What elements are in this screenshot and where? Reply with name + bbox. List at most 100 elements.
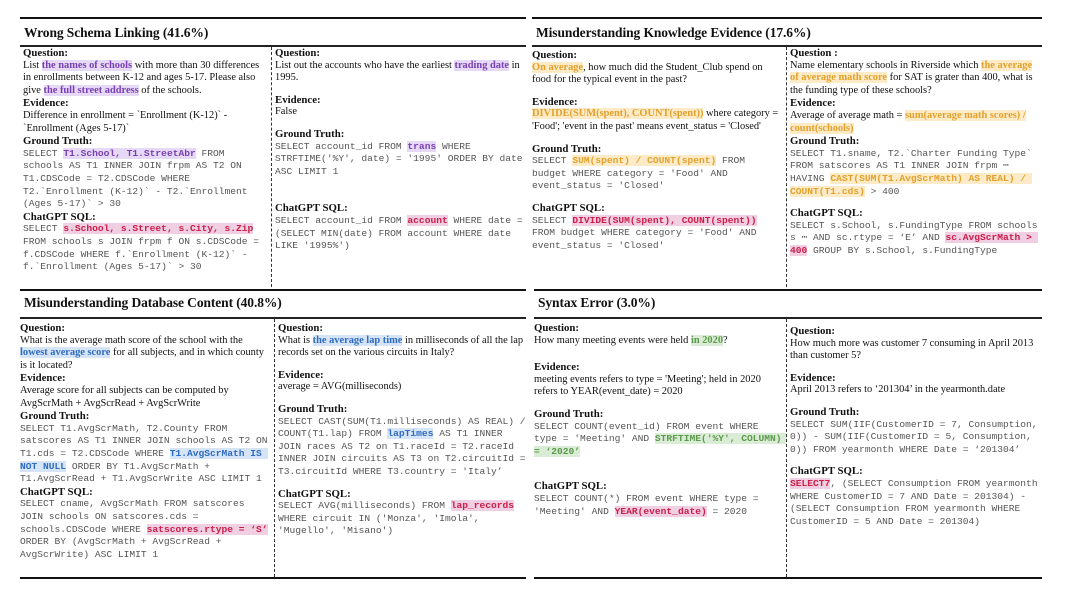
highlight: DIVIDE(SUM(spent), COUNT(spent)) bbox=[532, 108, 704, 120]
ground-truth-label: Ground Truth: bbox=[534, 407, 604, 420]
panel-title: Misunderstanding Database Content (40.8%… bbox=[24, 295, 282, 310]
highlight: satscores.rtype = ‘S’ bbox=[146, 523, 268, 535]
chatgpt-sql-label: ChatGPT SQL: bbox=[278, 487, 351, 500]
panel-misunderstanding-knowledge-evidence: Misunderstanding Knowledge Evidence (17.… bbox=[532, 17, 1042, 289]
example-left: Question: List the names of schools with… bbox=[23, 47, 268, 274]
panel-title: Syntax Error (3.0%) bbox=[538, 295, 656, 310]
bottom-rule bbox=[20, 577, 526, 579]
evidence-label: Evidence: bbox=[20, 372, 66, 385]
question-label: Question: bbox=[790, 325, 835, 337]
highlight: DIVIDE(SUM(spent), COUNT(spent)) bbox=[572, 214, 757, 226]
ground-truth-label: Ground Truth: bbox=[23, 135, 93, 148]
question-label: Question: bbox=[534, 322, 579, 334]
ground-truth-sql: SELECT account_id FROM trans WHERE STRFT… bbox=[275, 140, 529, 177]
chatgpt-sql-label: ChatGPT SQL: bbox=[534, 480, 607, 493]
chatgpt-sql: SELECT s.School, s.FundingType FROM scho… bbox=[790, 219, 1044, 256]
example-right: Question: List out the accounts who have… bbox=[271, 47, 525, 287]
example-right: Question: How much more was customer 7 c… bbox=[786, 319, 1040, 577]
example-right: Question : Name elementary schools in Ri… bbox=[786, 47, 1040, 287]
chatgpt-sql-label: ChatGPT SQL: bbox=[275, 202, 348, 215]
chatgpt-sql: SELECT DIVIDE(SUM(spent), COUNT(spent)) … bbox=[532, 214, 763, 251]
panel-misunderstanding-database-content: Misunderstanding Database Content (40.8%… bbox=[20, 289, 526, 579]
question-text: Name elementary schools in Riverside whi… bbox=[790, 59, 1033, 96]
question-text: How much more was customer 7 consuming i… bbox=[790, 337, 1034, 362]
chatgpt-sql: SELECT7, (SELECT Consumption FROM yearmo… bbox=[790, 477, 1044, 527]
highlight: trading date bbox=[454, 59, 510, 71]
chatgpt-sql-label: ChatGPT SQL: bbox=[790, 465, 863, 478]
highlight: lap_records bbox=[450, 500, 515, 512]
question-label: Question: bbox=[20, 322, 65, 334]
panel-syntax-error: Syntax Error (3.0%) Question: How many m… bbox=[534, 289, 1042, 579]
question-text: On average, how much did the Student_Clu… bbox=[532, 61, 763, 86]
ground-truth-label: Ground Truth: bbox=[790, 405, 860, 418]
question-text: What is the average lap time in millisec… bbox=[278, 334, 524, 359]
chatgpt-sql: SELECT account_id FROM account WHERE dat… bbox=[275, 214, 529, 252]
evidence-text: DIVIDE(SUM(spent), COUNT(spent)) where c… bbox=[532, 108, 779, 132]
highlight: the average lap time bbox=[312, 334, 403, 346]
question-label: Question: bbox=[275, 47, 320, 59]
evidence-label: Evidence: bbox=[534, 361, 580, 374]
highlight: T1.School, T1.StreetAbr bbox=[63, 147, 196, 159]
chatgpt-sql: SELECT AVG(milliseconds) FROM lap_record… bbox=[278, 500, 520, 537]
question-text: List out the accounts who have the earli… bbox=[275, 59, 520, 84]
highlight: the names of schools bbox=[41, 59, 133, 71]
evidence-text: Difference in enrollment = `Enrollment (… bbox=[23, 109, 228, 134]
example-right: Question: What is the average lap time i… bbox=[274, 319, 528, 577]
ground-truth-sql: SELECT SUM(IIF(CustomerID = 7, Consumpti… bbox=[790, 418, 1044, 455]
evidence-label: Evidence: bbox=[790, 97, 836, 110]
chatgpt-sql-label: ChatGPT SQL: bbox=[532, 201, 605, 214]
highlight: SUM(spent) / COUNT(spent) bbox=[572, 155, 717, 167]
highlight: lowest average score bbox=[20, 347, 111, 359]
chatgpt-sql-label: ChatGPT SQL: bbox=[790, 207, 863, 220]
ground-truth-sql: SELECT COUNT(event_id) FROM event WHERE … bbox=[534, 420, 788, 457]
question-text: List the names of schools with more than… bbox=[23, 59, 260, 96]
ground-truth-label: Ground Truth: bbox=[532, 142, 602, 155]
question-label: Question : bbox=[790, 47, 838, 59]
highlight: the full street address bbox=[43, 84, 139, 96]
top-rule bbox=[20, 17, 526, 19]
bottom-rule bbox=[534, 577, 1042, 579]
panel-title: Misunderstanding Knowledge Evidence (17.… bbox=[536, 25, 811, 40]
evidence-label: Evidence: bbox=[790, 371, 836, 384]
ground-truth-sql: SELECT CAST(SUM(T1.milliseconds) AS REAL… bbox=[278, 415, 532, 477]
panel-wrong-schema-linking: Wrong Schema Linking (41.6%) Question: L… bbox=[20, 17, 526, 289]
highlight: s.School, s.Street, s.City, s.Zip bbox=[63, 223, 254, 235]
ground-truth-sql: SELECT T1.sname, T2.`Charter Funding Typ… bbox=[790, 147, 1038, 197]
top-rule bbox=[20, 289, 526, 291]
ground-truth-label: Ground Truth: bbox=[278, 402, 348, 415]
highlight: YEAR(event_date) bbox=[614, 505, 707, 517]
evidence-text: meeting events refers to type = 'Meeting… bbox=[534, 373, 761, 398]
example-left: Question: How many meeting events were h… bbox=[534, 322, 788, 518]
evidence-text: False bbox=[275, 106, 297, 118]
question-text: How many meeting events were held in 202… bbox=[534, 334, 728, 346]
question-text: What is the average math score of the sc… bbox=[20, 334, 264, 371]
example-left: Question: On average, how much did the S… bbox=[532, 49, 784, 252]
ground-truth-sql: SELECT T1.School, T1.StreetAbr FROM scho… bbox=[23, 147, 254, 210]
ground-truth-sql: SELECT SUM(spent) / COUNT(spent) FROM bu… bbox=[532, 155, 751, 192]
evidence-text: April 2013 refers to ‘201304’ in the yea… bbox=[790, 384, 1006, 396]
evidence-text: Average of average math = sum(average ma… bbox=[790, 109, 1026, 134]
highlight: trans bbox=[407, 140, 437, 152]
top-rule bbox=[532, 17, 1042, 19]
ground-truth-label: Ground Truth: bbox=[275, 127, 345, 140]
highlight: lapTimes bbox=[387, 428, 434, 440]
chatgpt-sql: SELECT cname, AvgScrMath FROM satscores … bbox=[20, 498, 274, 560]
question-label: Question: bbox=[278, 322, 323, 334]
example-left: Question: What is the average math score… bbox=[20, 322, 270, 561]
ground-truth-label: Ground Truth: bbox=[790, 135, 860, 148]
chatgpt-sql-label: ChatGPT SQL: bbox=[23, 210, 96, 223]
ground-truth-label: Ground Truth: bbox=[20, 410, 90, 423]
highlight: in 2020 bbox=[690, 334, 724, 346]
chatgpt-sql: SELECT s.School, s.Street, s.City, s.Zip… bbox=[23, 223, 265, 273]
chatgpt-sql: SELECT COUNT(*) FROM event WHERE type = … bbox=[534, 492, 765, 517]
evidence-text: Average score for all subjects can be co… bbox=[20, 384, 229, 409]
highlight: account bbox=[407, 214, 448, 226]
evidence-label: Evidence: bbox=[275, 93, 321, 106]
evidence-label: Evidence: bbox=[532, 95, 578, 108]
evidence-label: Evidence: bbox=[23, 97, 69, 110]
question-label: Question: bbox=[23, 47, 68, 59]
evidence-text: average = AVG(milliseconds) bbox=[278, 381, 402, 393]
highlight: On average bbox=[532, 61, 584, 73]
ground-truth-sql: SELECT T1.AvgScrMath, T2.County FROM sat… bbox=[20, 422, 274, 485]
highlight: SELECT7 bbox=[790, 477, 831, 489]
